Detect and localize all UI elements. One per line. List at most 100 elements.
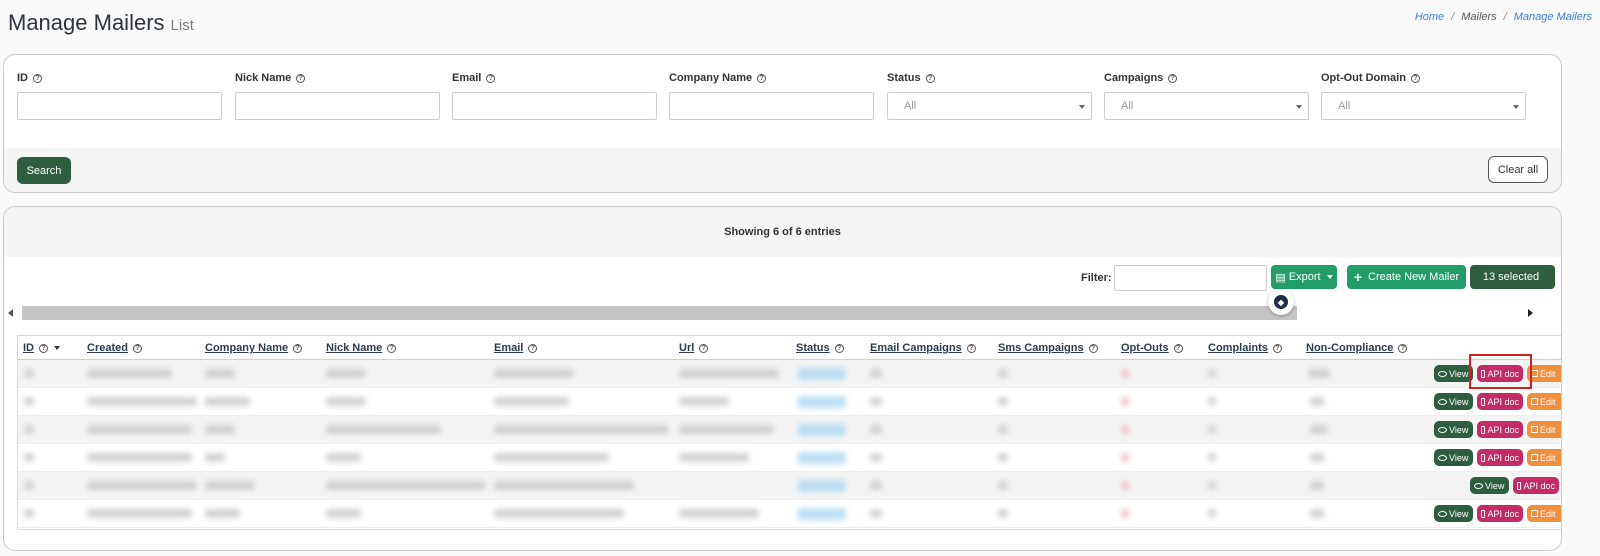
column-label: Nick Name xyxy=(326,342,383,354)
help-icon[interactable]: ? xyxy=(296,73,306,83)
help-icon[interactable]: ? xyxy=(757,73,767,83)
blurred-cell xyxy=(1310,509,1324,518)
filter-nick-name: Nick Name? xyxy=(235,72,440,120)
caret-down-icon xyxy=(1513,105,1519,109)
export-button[interactable]: ▤ Export xyxy=(1271,265,1337,289)
api-doc-button[interactable]: API doc xyxy=(1477,421,1523,438)
column-header-email-campaigns[interactable]: Email Campaigns? xyxy=(870,342,976,354)
blurred-cell xyxy=(679,397,729,406)
column-header-opt-outs[interactable]: Opt-Outs? xyxy=(1121,342,1183,354)
opt-out-domain-select[interactable]: All xyxy=(1321,92,1526,120)
help-icon[interactable]: ? xyxy=(699,343,709,353)
column-header-nick-name[interactable]: Nick Name? xyxy=(326,342,397,354)
edit-label: Edit xyxy=(1540,396,1556,407)
edit-button[interactable]: Edit xyxy=(1527,365,1561,382)
edit-button[interactable]: Edit xyxy=(1527,421,1561,438)
blurred-cell xyxy=(326,425,441,434)
edit-label: Edit xyxy=(1540,452,1556,463)
help-icon[interactable]: ? xyxy=(1173,343,1183,353)
breadcrumb-current[interactable]: Manage Mailers xyxy=(1514,11,1592,23)
document-icon xyxy=(1481,509,1486,518)
id-input[interactable] xyxy=(17,92,222,120)
document-icon xyxy=(1481,453,1486,462)
column-header-status[interactable]: Status? xyxy=(796,342,844,354)
status-select[interactable]: All xyxy=(887,92,1092,120)
help-icon[interactable]: ? xyxy=(834,343,844,353)
api-doc-button[interactable]: API doc xyxy=(1477,449,1523,466)
label-text: ID xyxy=(17,72,28,84)
scrollbar-thumb[interactable] xyxy=(22,306,1297,320)
help-icon[interactable]: ? xyxy=(1410,73,1420,83)
blurred-cell xyxy=(870,453,882,462)
view-button[interactable]: View xyxy=(1470,477,1509,494)
scroll-right-icon[interactable] xyxy=(1528,309,1533,317)
help-icon[interactable]: ? xyxy=(293,343,303,353)
nick-name-input[interactable] xyxy=(235,92,440,120)
blurred-cell xyxy=(87,509,192,518)
blurred-cell xyxy=(998,425,1008,434)
column-header-email[interactable]: Email? xyxy=(494,342,538,354)
horizontal-scrollbar[interactable] xyxy=(4,306,1544,320)
search-button[interactable]: Search xyxy=(17,157,71,184)
campaigns-select[interactable]: All xyxy=(1104,92,1309,120)
edit-button[interactable]: Edit xyxy=(1527,449,1561,466)
view-button[interactable]: View xyxy=(1434,449,1473,466)
sort-desc-icon[interactable] xyxy=(54,346,60,350)
help-icon[interactable]: ? xyxy=(1088,343,1098,353)
column-header-created[interactable]: Created? xyxy=(87,342,142,354)
page-subtitle: List xyxy=(170,17,194,34)
blurred-cell xyxy=(87,481,197,490)
help-icon[interactable]: ? xyxy=(1398,343,1408,353)
help-icon[interactable]: ? xyxy=(132,343,142,353)
status-badge xyxy=(798,396,846,408)
blurred-cell xyxy=(1310,425,1328,434)
column-header-url[interactable]: Url? xyxy=(679,342,709,354)
create-new-mailer-button[interactable]: + Create New Mailer xyxy=(1347,265,1466,289)
help-icon[interactable]: ? xyxy=(33,73,42,83)
breadcrumb-mailers[interactable]: Mailers xyxy=(1461,11,1496,23)
scroll-left-icon[interactable] xyxy=(8,309,13,317)
column-header-company-name[interactable]: Company Name? xyxy=(205,342,303,354)
eye-icon xyxy=(1438,426,1447,433)
filter-campaigns: Campaigns? All xyxy=(1104,72,1309,120)
blurred-cell xyxy=(24,481,34,490)
label-text: Status xyxy=(887,72,921,84)
help-icon[interactable]: ? xyxy=(1272,343,1282,353)
help-icon[interactable]: ? xyxy=(528,343,538,353)
help-icon[interactable]: ? xyxy=(1168,73,1178,83)
caret-down-icon xyxy=(1326,275,1333,279)
table-filter-input[interactable] xyxy=(1114,265,1267,291)
eye-icon xyxy=(1438,510,1447,517)
blurred-cell xyxy=(870,509,882,518)
columns-selected-button[interactable]: 13 selected xyxy=(1470,265,1555,289)
breadcrumb-home[interactable]: Home xyxy=(1415,11,1444,23)
view-button[interactable]: View xyxy=(1434,365,1473,382)
blurred-cell xyxy=(1121,509,1129,518)
email-input[interactable] xyxy=(452,92,657,120)
help-icon[interactable]: ? xyxy=(486,73,496,83)
edit-button[interactable]: Edit xyxy=(1527,505,1561,522)
help-icon[interactable]: ? xyxy=(39,343,48,353)
column-header-complaints[interactable]: Complaints? xyxy=(1208,342,1282,354)
view-button[interactable]: View xyxy=(1434,393,1473,410)
view-button[interactable]: View xyxy=(1434,421,1473,438)
filter-email-label: Email? xyxy=(452,72,657,84)
api-doc-button[interactable]: API doc xyxy=(1477,505,1523,522)
assistant-badge-icon[interactable]: ◆ xyxy=(1268,289,1294,315)
company-name-input[interactable] xyxy=(669,92,874,120)
edit-button[interactable]: Edit xyxy=(1527,393,1561,410)
eye-icon xyxy=(1438,454,1447,461)
api-doc-button[interactable]: API doc xyxy=(1513,477,1559,494)
column-header-non-compliance[interactable]: Non-Compliance? xyxy=(1306,342,1408,354)
view-button[interactable]: View xyxy=(1434,505,1473,522)
table-row: View API doc Edit xyxy=(18,444,1561,472)
help-icon[interactable]: ? xyxy=(387,343,397,353)
api-doc-button[interactable]: API doc xyxy=(1477,393,1523,410)
help-icon[interactable]: ? xyxy=(925,73,935,83)
clear-all-button[interactable]: Clear all xyxy=(1488,156,1548,183)
help-icon[interactable]: ? xyxy=(966,343,976,353)
document-icon xyxy=(1481,425,1486,434)
column-header-sms-campaigns[interactable]: Sms Campaigns? xyxy=(998,342,1098,354)
filter-status: Status? All xyxy=(887,72,1092,120)
column-header-id[interactable]: ID? xyxy=(23,342,60,354)
